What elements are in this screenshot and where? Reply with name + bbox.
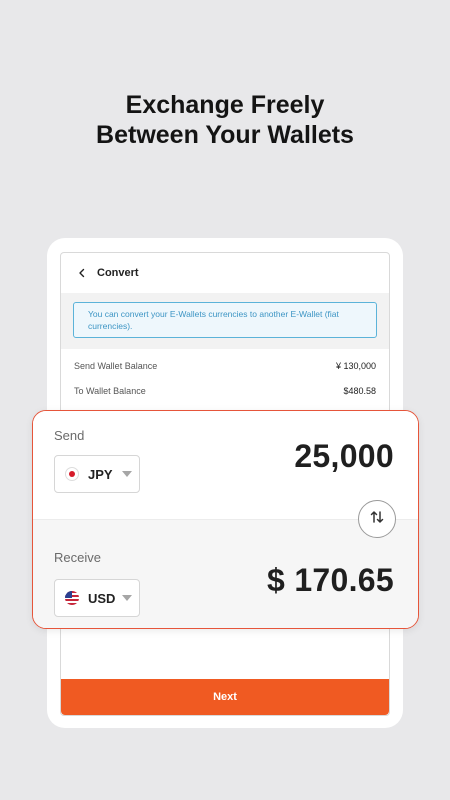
send-label: Send [54, 428, 85, 443]
info-banner: You can convert your E-Wallets currencie… [73, 302, 377, 338]
send-amount[interactable]: 25,000 [294, 438, 394, 475]
balance-row-to: To Wallet Balance $480.58 [61, 378, 389, 403]
balance-label: To Wallet Balance [74, 385, 146, 396]
next-button[interactable]: Next [61, 679, 389, 715]
send-section: Send JPY 25,000 [33, 411, 418, 519]
receive-amount[interactable]: $ 170.65 [267, 562, 394, 599]
send-currency-code: JPY [88, 466, 113, 482]
balance-row-send: Send Wallet Balance ¥ 130,000 [61, 353, 389, 378]
balance-value: ¥ 130,000 [335, 360, 376, 371]
japan-flag-icon [65, 467, 79, 481]
balance-value: $480.58 [343, 385, 376, 396]
send-currency-select[interactable]: JPY [54, 455, 140, 493]
us-flag-icon [65, 591, 79, 605]
info-section: You can convert your E-Wallets currencie… [61, 293, 389, 349]
receive-currency-code: USD [88, 590, 116, 606]
top-bar: Convert [61, 253, 389, 293]
receive-section: Receive USD $ 170.65 [33, 519, 418, 628]
headline-line-1: Exchange Freely [125, 91, 325, 119]
exchange-card: Send JPY 25,000 Receive USD $ 170.65 [32, 410, 419, 629]
headline-line-2: Between Your Wallets [96, 121, 354, 149]
page-title: Convert [97, 267, 139, 279]
balance-label: Send Wallet Balance [74, 360, 158, 371]
swap-button[interactable] [358, 500, 396, 538]
promo-headline: Exchange Freely Between Your Wallets [0, 90, 450, 150]
balance-list: Send Wallet Balance ¥ 130,000 To Wallet … [61, 349, 389, 403]
receive-label: Receive [54, 550, 101, 565]
chevron-left-icon[interactable] [75, 266, 89, 280]
caret-down-icon [122, 471, 132, 477]
swap-arrows-icon [369, 509, 385, 530]
receive-currency-select[interactable]: USD [54, 579, 140, 617]
caret-down-icon [122, 595, 132, 601]
